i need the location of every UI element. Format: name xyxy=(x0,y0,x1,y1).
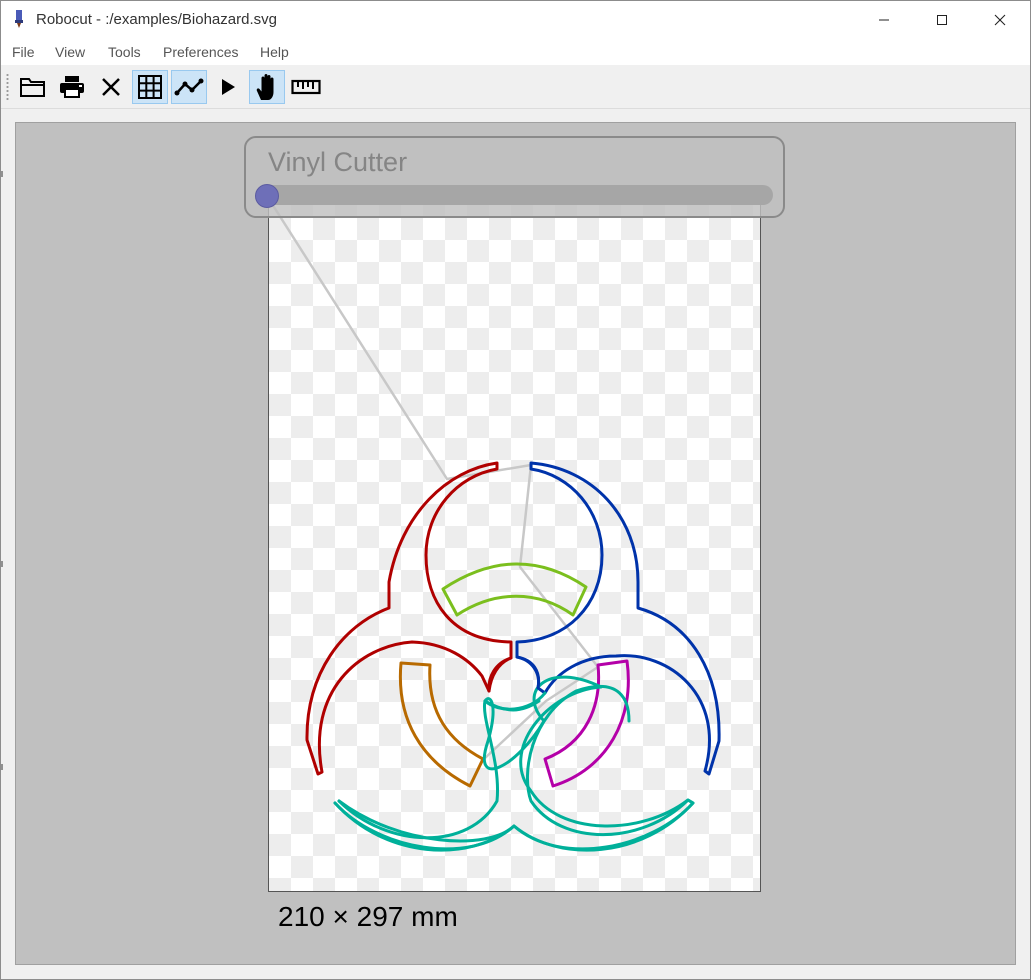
center-ring-path xyxy=(487,656,513,693)
green-cut-path xyxy=(441,562,588,617)
cut-progress-bar xyxy=(257,185,773,205)
travel-path xyxy=(265,194,600,760)
teal-cut-path xyxy=(333,675,695,851)
robocut-window: Robocut - :/examples/Biohazard.svg File … xyxy=(0,0,1031,980)
center-ring-path-blue xyxy=(515,655,541,690)
device-name: Vinyl Cutter xyxy=(268,147,408,177)
paper-size-label: 210 × 297 mm xyxy=(278,901,458,932)
orange-cut-path xyxy=(398,661,485,788)
cutter-head-indicator xyxy=(255,184,279,208)
red-cut-path xyxy=(305,461,513,776)
